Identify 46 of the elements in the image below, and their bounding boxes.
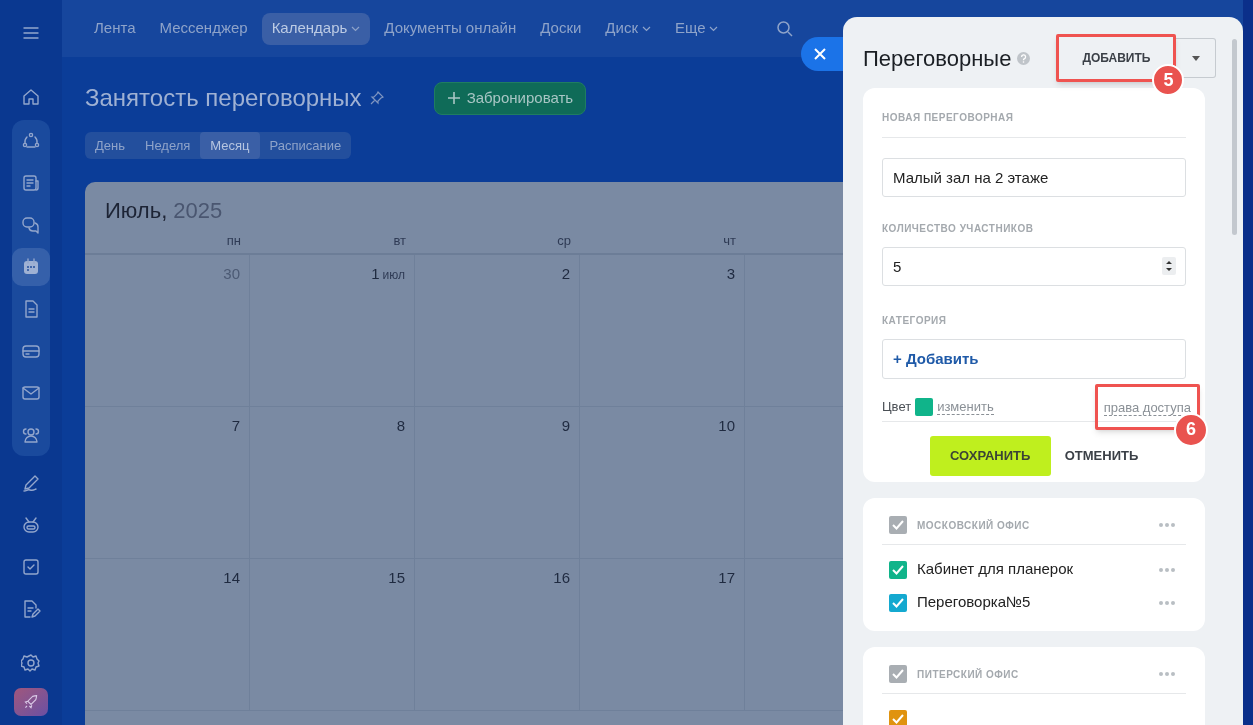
page-title: Занятость переговорных [85,83,362,113]
add-category-link[interactable]: + Добавить [893,347,979,371]
nav-tab[interactable]: Мессенджер [149,12,258,45]
day-number: 17 [718,568,735,588]
group-title: МОСКОВСКИЙ ОФИС [917,518,1030,533]
nav-tab[interactable]: Диск [595,12,661,45]
weekday-label: чт [723,233,736,248]
view-tab[interactable]: Расписание [259,132,352,159]
day-number: 2 [561,264,570,284]
day-number: 8 [396,416,405,436]
save-button[interactable]: СОХРАНИТЬ [929,436,1051,476]
month-label: Июль, [105,197,168,225]
panel-title: Переговорные [863,44,1012,73]
field-label: КОЛИЧЕСТВО УЧАСТНИКОВ [882,222,1035,236]
month-abbreviation: июл [382,267,405,284]
weekday-label: пн [226,233,241,248]
room-name[interactable]: Переговорка№5 [917,591,1031,614]
day-number: 14 [223,568,240,588]
cancel-button[interactable]: ОТМЕНИТЬ [1064,436,1139,476]
day-number: 3 [726,264,735,284]
nav-tab[interactable]: Документы онлайн [374,12,527,45]
room-name[interactable]: Кабинет для планерок [917,558,1074,581]
day-number: 10 [718,416,735,436]
day-number: 15 [388,568,405,588]
day-number: 7 [231,416,240,436]
nav-tab[interactable]: Еще [664,12,729,45]
view-tab[interactable]: Месяц [200,132,260,159]
day-number: 9 [561,416,570,436]
field-label: НОВАЯ ПЕРЕГОВОРНАЯ [882,111,1015,125]
view-tab[interactable]: День [85,132,135,159]
day-number: 16 [553,568,570,588]
nav-tab[interactable]: Доски [530,12,592,45]
color-label: Цвет [882,397,912,416]
view-tab[interactable]: Неделя [135,132,201,159]
number-field[interactable]: 5 [882,247,1186,286]
step-badge: 6 [1174,412,1208,447]
change-color-link[interactable]: изменить [937,398,994,415]
group-title: ПИТЕРСКИЙ ОФИС [917,667,1019,682]
weekday-label: вт [393,233,406,248]
weekday-label: ср [557,233,571,248]
book-button[interactable]: Забронировать [433,81,587,115]
day-number: 1 [371,264,380,284]
field-label: КАТЕГОРИЯ [882,314,948,328]
name-field[interactable]: Малый зал на 2 этаже [882,158,1186,197]
nav-tab[interactable]: Календарь [261,12,371,45]
nav-tab[interactable]: Лента [84,12,146,45]
